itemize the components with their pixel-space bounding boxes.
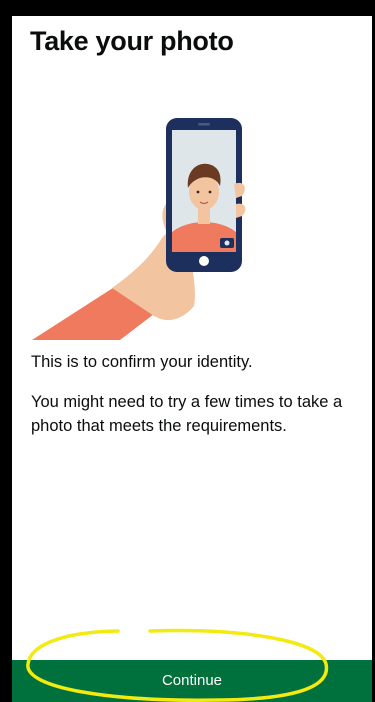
app-screen: Take your photo This is to confirm your … [0,0,375,702]
status-bar [0,0,375,16]
content-page: Take your photo This is to confirm your … [12,16,372,702]
phone-selfie-icon [12,88,372,358]
selfie-illustration [12,88,372,358]
identity-paragraph: This is to confirm your identity. [31,353,253,371]
requirements-paragraph: You might need to try a few times to tak… [31,393,343,435]
page-title: Take your photo [30,26,234,56]
continue-button[interactable]: Continue [12,660,372,702]
